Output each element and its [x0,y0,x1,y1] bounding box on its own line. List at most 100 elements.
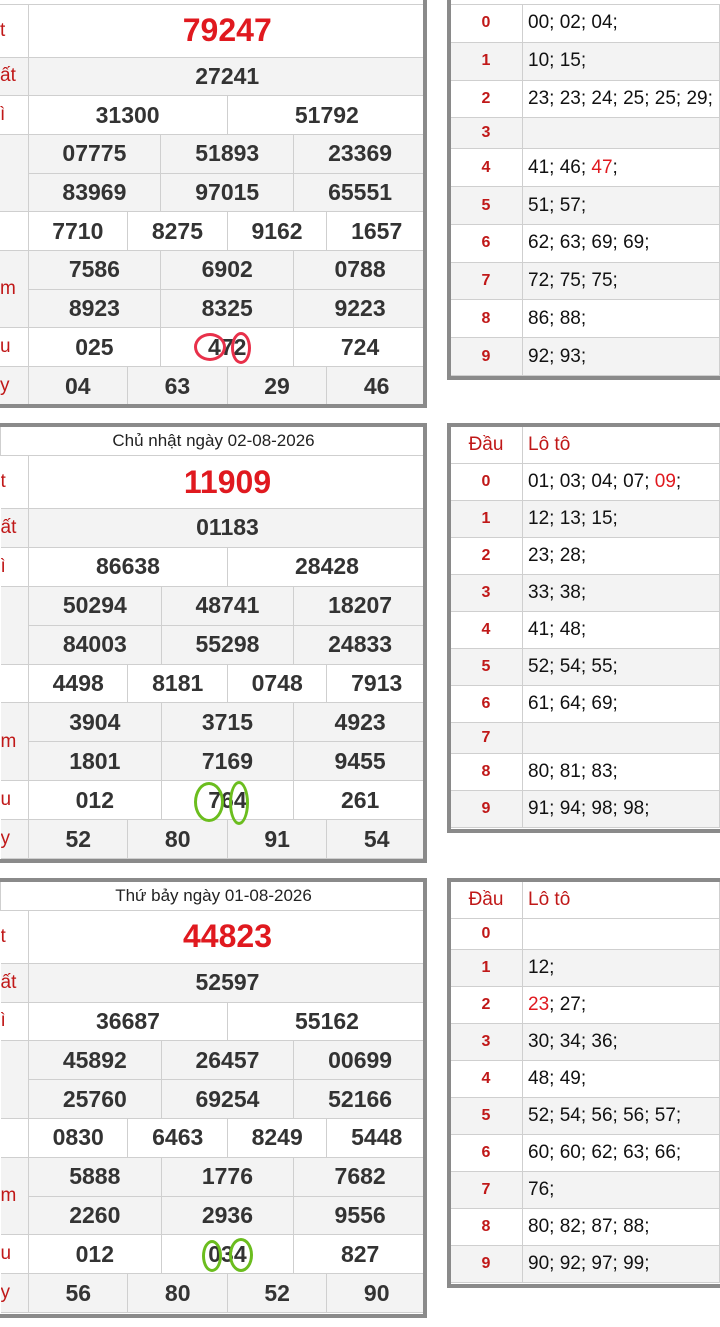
loto-values: 80; 81; 83; [528,760,618,782]
loto-numbers [522,918,720,950]
loto-numbers: 80; 81; 83; [522,752,720,791]
dau-digit: 0 [449,918,523,950]
prize-number: 025 [27,327,162,368]
loto-numbers [522,722,720,754]
prize-label: ì [0,546,29,587]
loto-values: 48; 49; [528,1067,587,1089]
dau-digit: 8 [449,1207,523,1246]
prize-label: ất [0,507,29,548]
loto-row: 3 30; 34; 36; [449,1022,720,1061]
loto-values: 30; 34; 36; [528,1030,618,1052]
loto-highlight: 23 [528,993,550,1015]
prize-number: 45892 [28,1040,162,1081]
prize-number: 7710 [27,211,129,252]
loto-header: Đầu Lô tô [449,880,720,920]
prize-number: 69254 [160,1079,295,1119]
prize-number: 012 [28,780,162,821]
loto-numbers: 23; 23; 24; 25; 25; 29; [522,79,720,119]
loto-row: 3 33; 38; [449,574,720,613]
row-special: t 79247 [0,4,427,58]
loto-table-3: Đầu Lô tô 0 1 12; 2 23; 27; 3 30; 34; 36; 4 48; 49… [449,880,720,1284]
dau-digit: 3 [449,574,523,613]
prize-number: 2260 [28,1195,162,1236]
loto-numbers: 48; 49; [522,1059,720,1098]
prize-number: 00699 [293,1040,427,1081]
first-prize: 52597 [28,962,427,1003]
prize-label: u [0,1234,29,1275]
loto-numbers: 91; 94; 98; 98; [522,789,720,829]
loto-values: 72; 75; 75; [528,270,618,292]
prize-number: 48741 [160,585,295,626]
loto-values: 41; 46; [528,156,592,178]
dau-digit: 6 [449,685,523,724]
prize-label: t [0,455,29,509]
loto-row: 6 61; 64; 69; [449,685,720,724]
prize-label: y [0,366,29,406]
prize-number: 5888 [28,1156,162,1197]
dau-digit: 5 [449,186,523,225]
dau-digit: 9 [449,337,523,376]
loto-numbers: 23; 28; [522,537,720,576]
loto-values: 12; 13; 15; [528,508,618,530]
prize-number: 3715 [160,702,295,743]
dau-digit: 1 [449,500,523,539]
loto-values: 92; 93; [528,345,587,367]
loto-row: 0 01; 03; 04; 07; 09; [449,463,720,502]
dau-digit: 3 [449,117,523,150]
loto-values: 00; 02; 04; [528,12,618,34]
prize-number: 65551 [293,172,427,213]
dau-digit: 0 [449,4,523,43]
prize-number: 9223 [293,288,427,329]
prize-number: 80 [127,819,228,859]
dau-digit: 9 [449,1244,523,1284]
row-sixth: u 012 034 827 [0,1234,427,1275]
row-third-a: 50294 48741 18207 [0,585,427,665]
loto-values: 33; 38; [528,582,587,604]
loto-row: 6 60; 60; 62; 63; 66; [449,1133,720,1172]
loto-values: 51; 57; [528,194,587,216]
loto-values-tail: ; 27; [549,993,587,1015]
dau-digit: 1 [449,948,523,987]
dau-digit: 2 [449,985,523,1024]
loto-row: 7 76; [449,1170,720,1209]
prize-number: 9162 [226,211,328,252]
dau-digit: 4 [449,148,523,188]
prize-number: 90 [326,1273,427,1313]
loto-values: 10; 15; [528,50,587,72]
draw-date: Chủ nhật ngày 02-08-2026 [0,425,427,457]
prize-number: 034 [160,1234,295,1275]
loto-values: 91; 94; 98; 98; [528,797,650,819]
prize-number: 50294 [28,585,162,626]
dau-digit: 9 [449,789,523,829]
prize-number: 29 [226,366,328,406]
loto-row: 2 23; 27; [449,985,720,1024]
prize-label: u [0,780,29,821]
result-table-1: t 79247 ất 27241 ì 31300 51792 07775 51893 233… [0,4,428,406]
loto-values: 90; 92; 97; 99; [528,1252,650,1274]
prize-label [0,1040,29,1119]
loto-row: 6 62; 63; 69; 69; [449,223,720,263]
prize-number: 52 [27,819,129,859]
prize-label: ất [0,56,29,97]
prize-number: 51792 [226,95,428,135]
loto-numbers: 80; 82; 87; 88; [522,1207,720,1246]
row-fifth-a: m 5888 1776 7682 [0,1156,427,1236]
prize-label [0,585,29,665]
dau-digit: 5 [449,1096,523,1135]
prize-number: 8923 [27,288,162,329]
loto-values: 52; 54; 55; [528,656,618,678]
row-fifth-b: 2260 2936 9556 [1,1195,427,1236]
prize-number: 0788 [293,250,427,290]
loto-row: 4 48; 49; [449,1059,720,1098]
prize-number: 80 [127,1273,228,1313]
loto-row: 9 90; 92; 97; 99; [449,1244,720,1284]
draw-date: Thứ bảy ngày 01-08-2026 [0,880,427,912]
loto-values: 62; 63; 69; 69; [528,232,650,254]
result-table-2: Chủ nhật ngày 02-08-2026 t 11909 ất 01183 … [0,425,428,859]
loto-values: 61; 64; 69; [528,693,618,715]
prize-number: 55162 [226,1001,428,1042]
loto-values-tail: ; [612,156,618,178]
loto-values: 01; 03; 04; 07; [528,471,655,493]
loto-numbers: 23; 27; [522,985,720,1024]
loto-numbers: 52; 54; 55; [522,648,720,687]
